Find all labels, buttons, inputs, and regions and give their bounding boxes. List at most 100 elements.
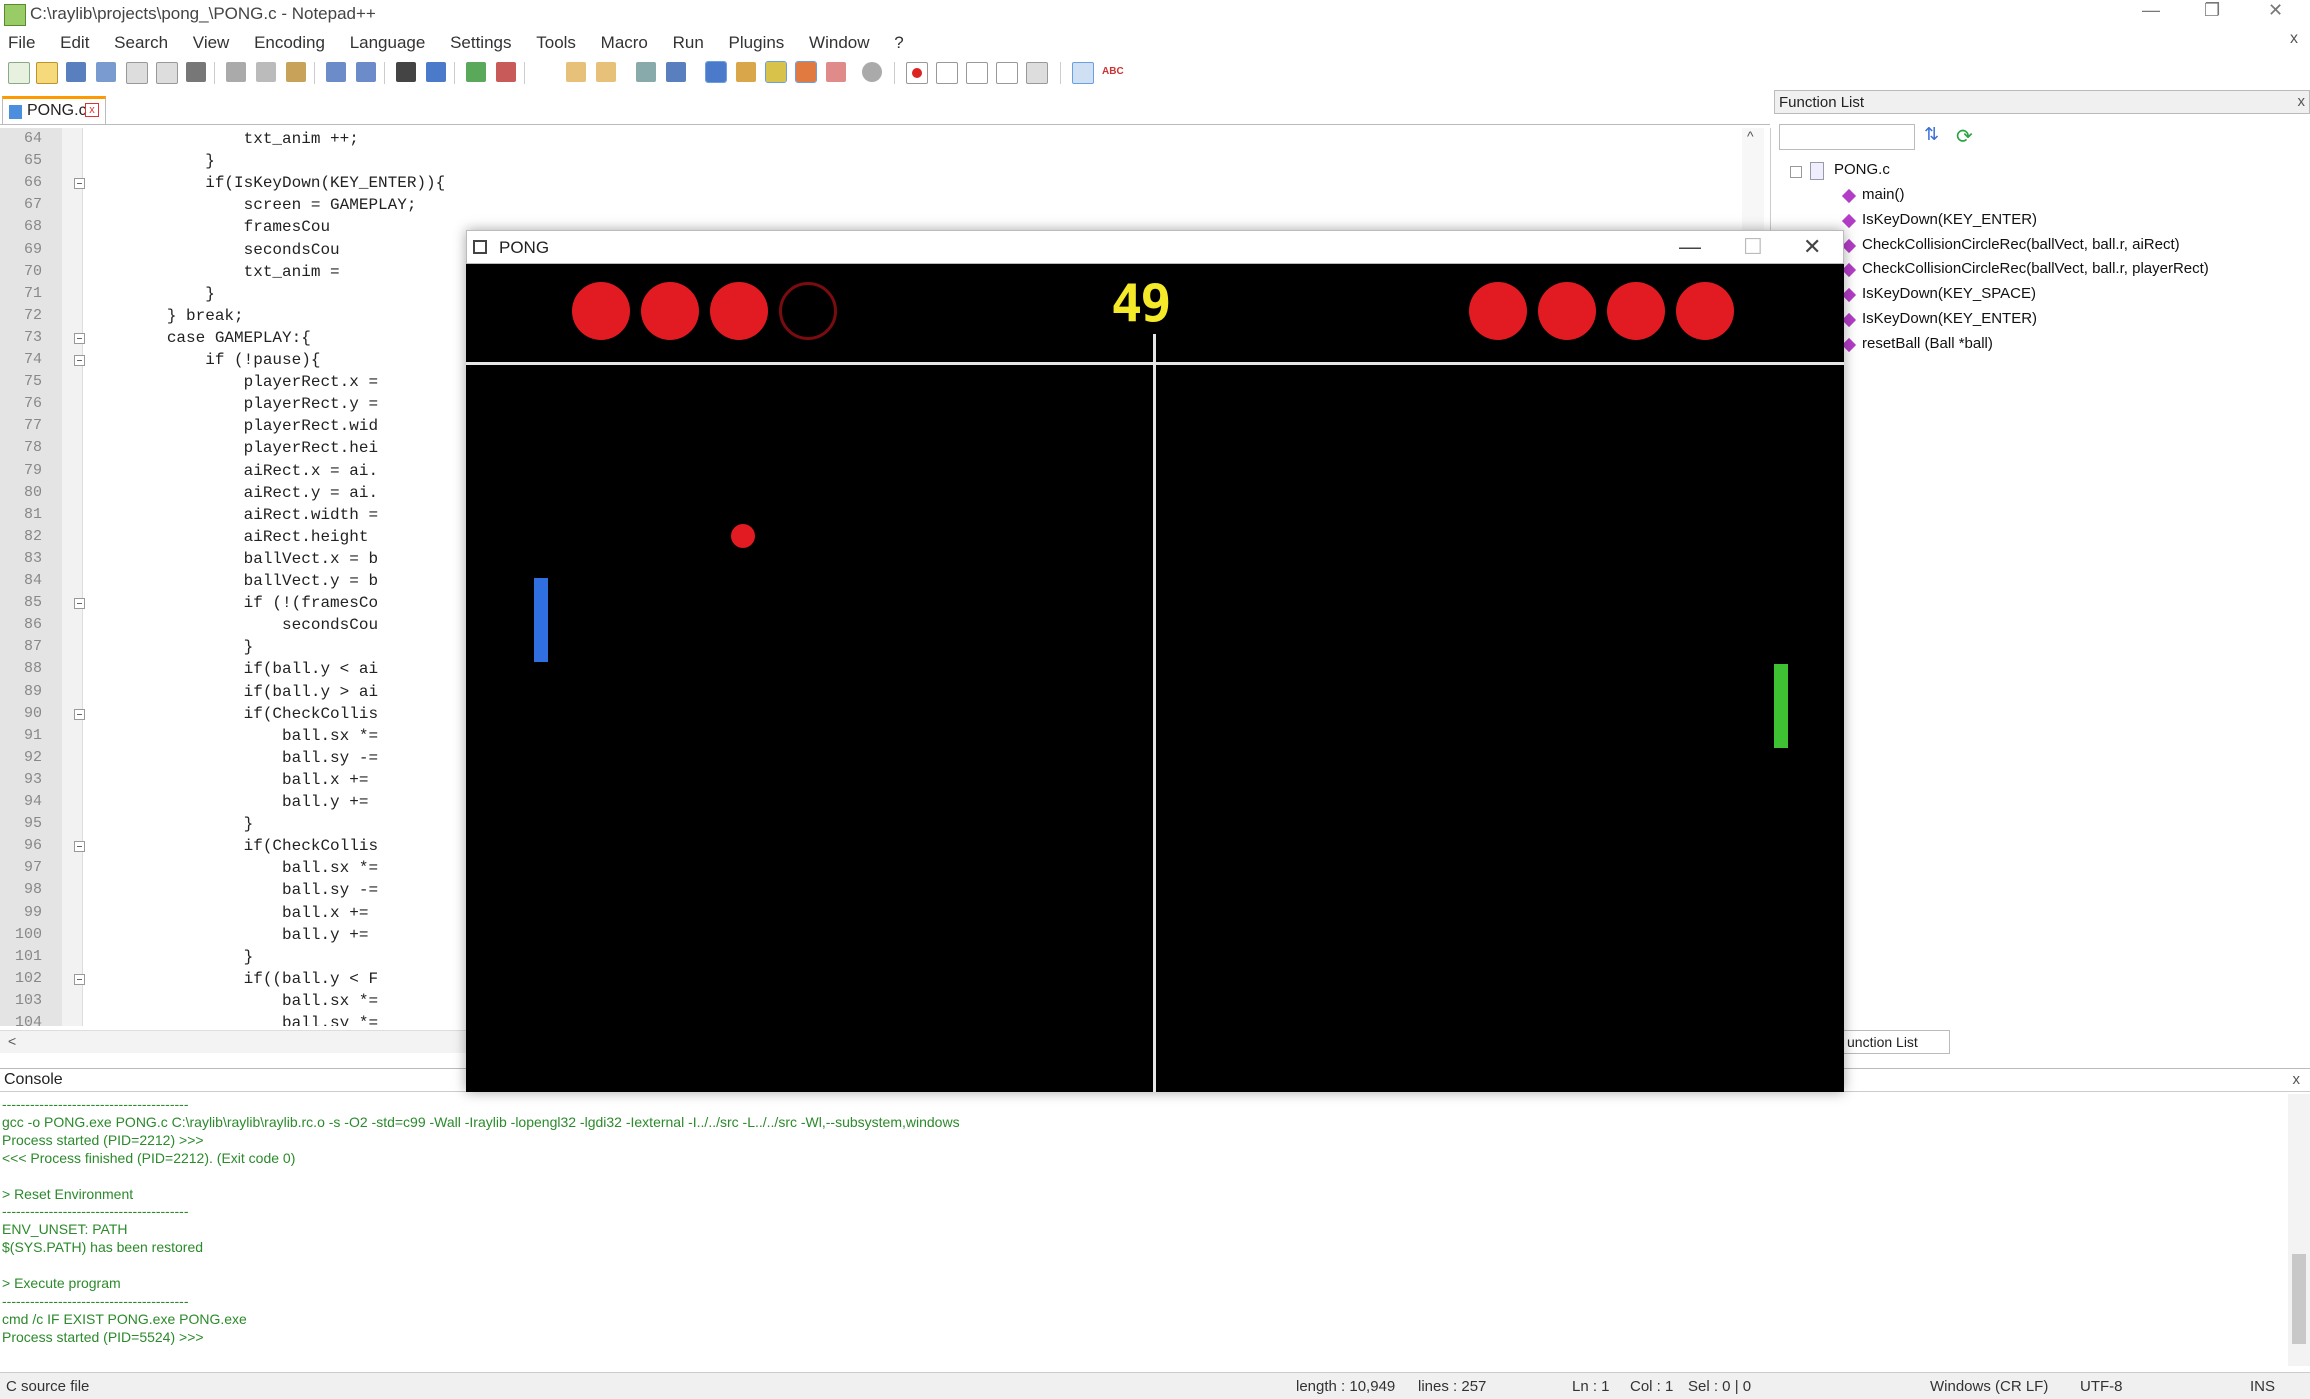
function-list-root[interactable]: PONG.c [1834, 161, 1890, 178]
spell-check-icon[interactable]: ABC [1102, 62, 1124, 82]
menu-macro[interactable]: Macro [601, 30, 648, 56]
scroll-thumb[interactable] [2292, 1254, 2306, 1344]
code-line[interactable]: if (!(framesCo [90, 594, 378, 612]
code-line[interactable]: } [90, 152, 215, 170]
code-line[interactable]: aiRect.height [90, 528, 369, 546]
redo-icon[interactable] [356, 62, 376, 82]
tree-collapse-icon[interactable] [1790, 166, 1802, 178]
folder-workspace-icon[interactable] [826, 62, 846, 82]
code-line[interactable]: playerRect.hei [90, 439, 378, 457]
function-list-item[interactable]: resetBall (Ball *ball) [1862, 335, 1993, 352]
code-line[interactable]: ball.sy *= [90, 1014, 378, 1026]
sync-vertical-icon[interactable] [566, 62, 586, 82]
menu-file[interactable]: File [8, 30, 35, 56]
pong-maximize-button[interactable]: ☐ [1743, 234, 1763, 260]
scroll-up-icon[interactable]: ^ [1747, 128, 1754, 144]
close-all-icon[interactable] [156, 62, 178, 84]
code-line[interactable]: ball.sy -= [90, 881, 378, 899]
close-button[interactable]: ✕ [2268, 0, 2283, 21]
code-line[interactable]: playerRect.x = [90, 373, 378, 391]
fold-toggle-icon[interactable] [74, 973, 85, 985]
run-macro-multiple-icon[interactable] [996, 62, 1018, 84]
indent-guide-icon[interactable] [705, 61, 727, 83]
save-macro-icon[interactable] [1026, 62, 1048, 84]
user-language-icon[interactable] [736, 62, 756, 82]
code-line[interactable]: txt_anim ++; [90, 130, 359, 148]
launch-browser-icon[interactable] [1072, 62, 1094, 84]
code-line[interactable]: } [90, 815, 254, 833]
code-line[interactable]: ball.sx *= [90, 727, 378, 745]
function-list-item[interactable]: CheckCollisionCircleRec(ballVect, ball.r… [1862, 260, 2209, 277]
word-wrap-icon[interactable] [636, 62, 656, 82]
stop-macro-icon[interactable] [936, 62, 958, 84]
code-line[interactable]: if(CheckCollis [90, 705, 378, 723]
code-line[interactable]: } break; [90, 307, 244, 325]
sync-horizontal-icon[interactable] [596, 62, 616, 82]
fold-toggle-icon[interactable] [74, 355, 85, 366]
function-list-close-button[interactable]: x [2298, 93, 2306, 110]
code-line[interactable]: ball.x += [90, 904, 368, 922]
code-line[interactable]: ballVect.x = b [90, 550, 378, 568]
menu-help[interactable]: ? [894, 30, 903, 56]
pong-window[interactable]: PONG — ☐ ✕ 49 [466, 230, 1844, 1092]
replace-icon[interactable] [426, 62, 446, 82]
menu-encoding[interactable]: Encoding [254, 30, 325, 56]
fold-toggle-icon[interactable] [74, 841, 85, 853]
code-line[interactable]: secondsCou [90, 241, 340, 259]
function-list-tab[interactable]: unction List [1840, 1030, 1950, 1054]
menu-view[interactable]: View [193, 30, 230, 56]
code-line[interactable]: if(CheckCollis [90, 837, 378, 855]
code-line[interactable]: ball.y += [90, 926, 368, 944]
game-canvas[interactable]: 49 [466, 264, 1844, 1092]
console-close-button[interactable]: x [2293, 1071, 2301, 1088]
pong-title-bar[interactable]: PONG — ☐ ✕ [466, 230, 1844, 264]
open-file-icon[interactable] [36, 62, 58, 84]
close-document-button[interactable]: x [2290, 30, 2298, 48]
new-file-icon[interactable] [8, 62, 30, 84]
code-line[interactable]: } [90, 638, 254, 656]
function-list-item[interactable]: CheckCollisionCircleRec(ballVect, ball.r… [1862, 236, 2180, 253]
menu-edit[interactable]: Edit [60, 30, 89, 56]
code-line[interactable]: if(ball.y > ai [90, 683, 378, 701]
save-all-icon[interactable] [96, 62, 116, 82]
sort-az-icon[interactable]: ⇅ [1924, 124, 1946, 148]
cut-icon[interactable] [226, 62, 246, 82]
console-scrollbar[interactable] [2288, 1094, 2310, 1366]
menu-language[interactable]: Language [350, 30, 426, 56]
restore-button[interactable]: ❐ [2204, 0, 2220, 21]
record-macro-icon[interactable] [906, 62, 928, 84]
function-list-item[interactable]: IsKeyDown(KEY_ENTER) [1862, 211, 2037, 228]
play-macro-icon[interactable] [966, 62, 988, 84]
reload-icon[interactable]: ⟳ [1956, 124, 1978, 148]
find-icon[interactable] [396, 62, 416, 82]
code-line[interactable]: aiRect.x = ai. [90, 462, 378, 480]
code-line[interactable]: ball.x += [90, 771, 368, 789]
fold-toggle-icon[interactable] [74, 598, 85, 610]
code-line[interactable]: ball.sx *= [90, 859, 378, 877]
code-line[interactable]: screen = GAMEPLAY; [90, 196, 417, 214]
zoom-in-icon[interactable] [466, 62, 486, 82]
code-line[interactable]: playerRect.wid [90, 417, 378, 435]
code-line[interactable]: aiRect.y = ai. [90, 484, 378, 502]
menu-run[interactable]: Run [673, 30, 704, 56]
scroll-left-icon[interactable]: < [8, 1033, 16, 1049]
code-line[interactable]: secondsCou [90, 616, 378, 634]
code-line[interactable]: txt_anim = [90, 263, 340, 281]
function-list-item[interactable]: main() [1862, 186, 1905, 203]
console-output[interactable]: ----------------------------------------… [0, 1094, 2290, 1366]
code-line[interactable]: case GAMEPLAY:{ [90, 329, 311, 347]
code-line[interactable]: if(IsKeyDown(KEY_ENTER)){ [90, 174, 445, 192]
function-list-item[interactable]: IsKeyDown(KEY_SPACE) [1862, 285, 2036, 302]
code-line[interactable]: ball.y += [90, 793, 368, 811]
code-line[interactable]: playerRect.y = [90, 395, 378, 413]
menu-settings[interactable]: Settings [450, 30, 511, 56]
pong-close-button[interactable]: ✕ [1803, 234, 1821, 260]
code-line[interactable]: if(ball.y < ai [90, 660, 378, 678]
tab-pong-c[interactable]: PONG.c x [2, 96, 106, 124]
code-line[interactable]: } [90, 948, 254, 966]
save-icon[interactable] [66, 62, 86, 82]
code-line[interactable]: ballVect.y = b [90, 572, 378, 590]
paste-icon[interactable] [286, 62, 306, 82]
code-line[interactable]: ball.sx *= [90, 992, 378, 1010]
print-icon[interactable] [186, 62, 206, 82]
